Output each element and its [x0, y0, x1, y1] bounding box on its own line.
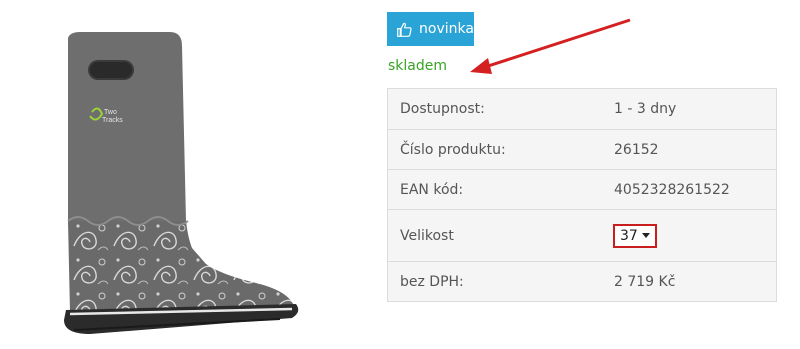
param-row-price-excl-vat: bez DPH: 2 719 Kč — [388, 261, 776, 301]
param-label: Číslo produktu: — [400, 141, 506, 158]
thumbs-up-icon — [396, 21, 413, 38]
caret-down-icon — [641, 233, 650, 238]
param-label: Dostupnost: — [400, 101, 485, 117]
param-label: bez DPH: — [400, 273, 464, 290]
product-parameters-table: Dostupnost: 1 - 3 dny Číslo produktu: 26… — [387, 88, 777, 302]
param-value: 4052328261522 — [614, 181, 730, 198]
param-value: 1 - 3 dny — [614, 101, 677, 117]
param-row-product-number: Číslo produktu: 26152 — [388, 129, 776, 169]
param-value: 26152 — [614, 141, 659, 158]
param-label: Velikost — [400, 227, 454, 244]
param-row-size: Velikost 37 — [388, 209, 776, 261]
product-image: Two Tracks — [30, 16, 320, 341]
size-select[interactable]: 37 — [613, 223, 657, 248]
availability-status: skladem — [388, 58, 448, 74]
svg-text:Two: Two — [104, 109, 117, 116]
new-product-badge: novinka — [387, 12, 474, 46]
size-select-value: 37 — [620, 227, 638, 244]
param-row-delivery: Dostupnost: 1 - 3 dny — [388, 89, 776, 129]
param-value: 37 — [613, 223, 657, 248]
svg-text:Tracks: Tracks — [102, 117, 123, 124]
param-label: EAN kód: — [400, 181, 464, 198]
rubber-boot-image: Two Tracks — [64, 32, 299, 334]
badge-label: novinka — [419, 21, 474, 37]
param-value: 2 719 Kč — [614, 273, 676, 290]
param-row-ean: EAN kód: 4052328261522 — [388, 169, 776, 209]
